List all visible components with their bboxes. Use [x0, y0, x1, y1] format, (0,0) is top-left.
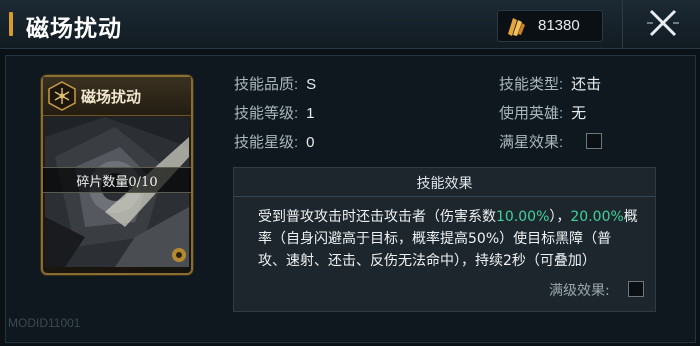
skill-level-value: 1: [306, 105, 315, 122]
skill-quality-value: S: [306, 76, 317, 93]
max-star-label: 满星效果:: [499, 134, 564, 151]
skill-type-value: 还击: [571, 76, 602, 93]
close-button[interactable]: [643, 5, 683, 41]
card-header: 磁场扰动: [43, 77, 191, 116]
currency-value: 81380: [538, 17, 580, 34]
skill-hero-value: 无: [571, 105, 587, 122]
effects-text-b: ），: [549, 209, 571, 225]
max-star-effect: 满星效果:: [499, 131, 563, 152]
skill-star-label: 技能星级:: [234, 134, 299, 151]
hexagon-emblem-icon: [48, 81, 76, 111]
skill-type: 技能类型: 还击: [499, 73, 601, 94]
skill-hero-label: 使用英雄:: [499, 105, 564, 122]
skill-star-value: 0: [306, 134, 315, 151]
effects-text-a: 受到普攻攻击时还击攻击者（伤害系数: [258, 209, 496, 225]
skill-type-label: 技能类型:: [499, 76, 564, 93]
card-title: 磁场扰动: [81, 88, 142, 106]
page-title: 磁场扰动: [26, 15, 122, 42]
skill-level: 技能等级: 1: [234, 102, 315, 123]
max-level-checkbox[interactable]: [628, 281, 644, 297]
skill-effects-box: 技能效果 受到普攻攻击时还击攻击者（伤害系数10.00%），20.00%概率（自…: [233, 167, 656, 312]
effects-title: 技能效果: [416, 176, 473, 192]
skill-star: 技能星级: 0: [234, 131, 315, 152]
damage-coefficient: 10.00%: [496, 209, 550, 225]
skill-level-label: 技能等级:: [234, 105, 299, 122]
skill-hero: 使用英雄: 无: [499, 102, 586, 123]
max-star-checkbox[interactable]: [586, 133, 602, 149]
rarity-corner-icon: [172, 248, 186, 262]
skill-quality-label: 技能品质:: [234, 76, 299, 93]
currency-display: 81380: [497, 10, 603, 42]
crystal-icon: [508, 18, 525, 36]
header-divider: [622, 0, 623, 48]
card-id-watermark: MODID11001: [8, 316, 81, 330]
trigger-probability: 20.00%: [570, 209, 624, 225]
effects-header: 技能效果: [234, 168, 655, 197]
fragment-count-text: 碎片数量0/10: [76, 175, 158, 190]
skill-card[interactable]: 磁场扰动 碎片数量0/10: [41, 75, 193, 275]
max-level-effect: 满级效果:: [549, 280, 610, 300]
skill-quality: 技能品质: S: [234, 73, 316, 94]
title-accent: [9, 12, 13, 36]
close-icon: [647, 9, 679, 37]
effects-description[interactable]: 受到普攻攻击时还击攻击者（伤害系数10.00%），20.00%概率（自身闪避高于…: [258, 206, 638, 280]
header-bar: 磁场扰动 81380: [0, 0, 700, 49]
fragment-count: 碎片数量0/10: [43, 167, 191, 193]
max-level-label: 满级效果:: [549, 283, 610, 299]
